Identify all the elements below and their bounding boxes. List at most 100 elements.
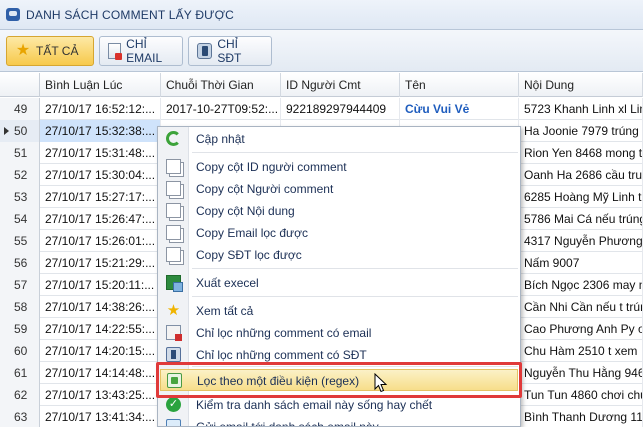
menu-item-label: Copy Email lọc được <box>196 226 308 240</box>
cell-user-id[interactable]: 922189297944409 <box>281 98 400 120</box>
comment-icon <box>6 8 20 21</box>
row-number[interactable]: 55 <box>0 230 40 252</box>
row-number[interactable]: 54 <box>0 208 40 230</box>
menu-item-label: Chỉ lọc những comment có SĐT <box>196 348 367 362</box>
column-header-timestamp[interactable]: Chuỗi Thời Gian <box>161 73 281 97</box>
cell-content[interactable]: Bích Ngọc 2306 may n <box>519 274 643 296</box>
phone-only-label: CHỈ SĐT <box>217 37 242 65</box>
menu-item-check-emails[interactable]: ✓ Kiểm tra danh sách email này sống hay c… <box>158 394 520 416</box>
cell-timestamp[interactable]: 2017-10-27T09:52:... <box>161 98 281 120</box>
menu-item-show-all[interactable]: ★ Xem tất cả <box>158 300 520 322</box>
row-number[interactable]: 60 <box>0 340 40 362</box>
cell-content[interactable]: Tun Tun 4860 chơi chu <box>519 384 643 406</box>
phone-only-button[interactable]: CHỈ SĐT <box>188 36 272 66</box>
cell-content[interactable]: Chu Hàm 2510 t xem <box>519 340 643 362</box>
cell-time[interactable]: 27/10/17 15:32:38:... <box>40 120 161 142</box>
row-number[interactable]: 61 <box>0 362 40 384</box>
menu-item-label: Copy cột ID người comment <box>196 160 347 174</box>
cell-time[interactable]: 27/10/17 13:43:25:... <box>40 384 161 406</box>
row-number[interactable]: 51 <box>0 142 40 164</box>
menu-item-filter-regex[interactable]: Lọc theo một điều kiện (regex) <box>160 369 518 391</box>
cell-time[interactable]: 27/10/17 15:31:48:... <box>40 142 161 164</box>
cell-time[interactable]: 27/10/17 15:26:47:... <box>40 208 161 230</box>
show-all-label: TẤT CẢ <box>36 44 79 58</box>
cell-content[interactable]: 5786 Mai Cá nếu trúng <box>519 208 643 230</box>
filter-icon <box>167 373 182 388</box>
cell-time[interactable]: 27/10/17 15:20:11:... <box>40 274 161 296</box>
cell-time[interactable]: 27/10/17 14:20:15:... <box>40 340 161 362</box>
row-header-corner <box>0 73 40 97</box>
cell-time[interactable]: 27/10/17 16:52:12:... <box>40 98 161 120</box>
menu-item-label: Copy cột Người comment <box>196 182 334 196</box>
row-number[interactable]: 59 <box>0 318 40 340</box>
cell-time[interactable]: 27/10/17 13:41:34:... <box>40 406 161 427</box>
check-icon: ✓ <box>166 397 181 412</box>
cell-time[interactable]: 27/10/17 15:30:04:... <box>40 164 161 186</box>
menu-item-label: Xem tất cả <box>196 304 254 318</box>
column-header-time[interactable]: Bình Luận Lúc <box>40 73 161 97</box>
row-number[interactable]: 58 <box>0 296 40 318</box>
email-icon <box>108 43 123 60</box>
cell-content[interactable]: Bình Thanh Dương 11 <box>519 406 643 427</box>
cell-content[interactable]: 6285 Hoàng Mỹ Linh t <box>519 186 643 208</box>
row-number[interactable]: 53 <box>0 186 40 208</box>
cell-content[interactable]: Cao Phương Anh Py o <box>519 318 643 340</box>
refresh-icon <box>166 131 181 146</box>
menu-separator <box>192 268 518 269</box>
menu-separator <box>192 152 518 153</box>
cell-name[interactable]: Cừu Vui Vẻ <box>400 98 519 120</box>
menu-item-copy-phone[interactable]: Copy SĐT lọc được <box>158 244 520 266</box>
menu-item-filter-email[interactable]: Chỉ lọc những comment có email <box>158 322 520 344</box>
menu-item-label: Kiểm tra danh sách email này sống hay ch… <box>196 398 433 412</box>
cell-time[interactable]: 27/10/17 14:14:48:... <box>40 362 161 384</box>
cell-content[interactable]: Ha Joonie 7979 trúng c <box>519 120 643 142</box>
menu-item-label: Cập nhật <box>196 132 245 146</box>
star-icon: ★ <box>15 42 31 59</box>
menu-item-label: Lọc theo một điều kiện (regex) <box>197 374 360 388</box>
cell-time[interactable]: 27/10/17 15:26:01:... <box>40 230 161 252</box>
cell-time[interactable]: 27/10/17 15:27:17:... <box>40 186 161 208</box>
menu-item-export-excel[interactable]: Xuất execel <box>158 272 520 294</box>
column-header-name[interactable]: Tên <box>400 73 519 97</box>
cell-content[interactable]: Nguyễn Thu Hằng 946 <box>519 362 643 384</box>
row-number[interactable]: 63 <box>0 406 40 427</box>
cell-content[interactable]: Rion Yen 8468 mong tr <box>519 142 643 164</box>
column-header-content[interactable]: Nội Dung <box>519 73 643 97</box>
row-number[interactable]: 57 <box>0 274 40 296</box>
context-menu: Cập nhật Copy cột ID người comment Copy cộ… <box>157 126 521 427</box>
menu-item-label: Xuất execel <box>196 276 259 290</box>
email-icon <box>166 325 182 341</box>
menu-item-label: Copy cột Nội dung <box>196 204 295 218</box>
cell-time[interactable]: 27/10/17 14:22:55:... <box>40 318 161 340</box>
row-number[interactable]: 52 <box>0 164 40 186</box>
show-all-button[interactable]: ★ TẤT CẢ <box>6 36 94 66</box>
menu-item-filter-phone[interactable]: Chỉ lọc những comment có SĐT <box>158 344 520 366</box>
menu-item-label: Gửi email tới danh sách email này <box>196 420 379 427</box>
email-only-button[interactable]: CHỈ EMAIL <box>99 36 183 66</box>
menu-item-copy-user-id[interactable]: Copy cột ID người comment <box>158 156 520 178</box>
row-number[interactable]: 62 <box>0 384 40 406</box>
menu-item-send-email[interactable]: Gửi email tới danh sách email này <box>158 416 520 427</box>
column-header-user-id[interactable]: ID Người Cmt <box>281 73 400 97</box>
email-only-label: CHỈ EMAIL <box>126 37 163 65</box>
row-number[interactable]: 49 <box>0 98 40 120</box>
copy-icon <box>166 225 181 240</box>
send-icon <box>166 419 181 426</box>
cell-content[interactable]: 5723 Khanh Linh xl Lin <box>519 98 643 120</box>
table-row[interactable]: 49 27/10/17 16:52:12:... 2017-10-27T09:52:… <box>0 98 643 120</box>
menu-separator <box>192 296 518 297</box>
menu-item-copy-commenter[interactable]: Copy cột Người comment <box>158 178 520 200</box>
menu-separator <box>192 366 518 367</box>
menu-item-copy-email[interactable]: Copy Email lọc được <box>158 222 520 244</box>
cell-content[interactable]: 4317 Nguyễn Phương <box>519 230 643 252</box>
cell-content[interactable]: Cần Nhi Cần nếu t trún <box>519 296 643 318</box>
mouse-cursor-icon <box>374 373 388 393</box>
menu-item-refresh[interactable]: Cập nhật <box>158 128 520 150</box>
cell-time[interactable]: 27/10/17 14:38:26:... <box>40 296 161 318</box>
row-number[interactable]: 56 <box>0 252 40 274</box>
cell-content[interactable]: Oanh Ha 2686 cầu tru <box>519 164 643 186</box>
cell-time[interactable]: 27/10/17 15:21:29:... <box>40 252 161 274</box>
cell-content[interactable]: Nấm 9007 <box>519 252 643 274</box>
title-bar: DANH SÁCH COMMENT LẤY ĐƯỢC <box>0 0 643 30</box>
menu-item-copy-content[interactable]: Copy cột Nội dung <box>158 200 520 222</box>
